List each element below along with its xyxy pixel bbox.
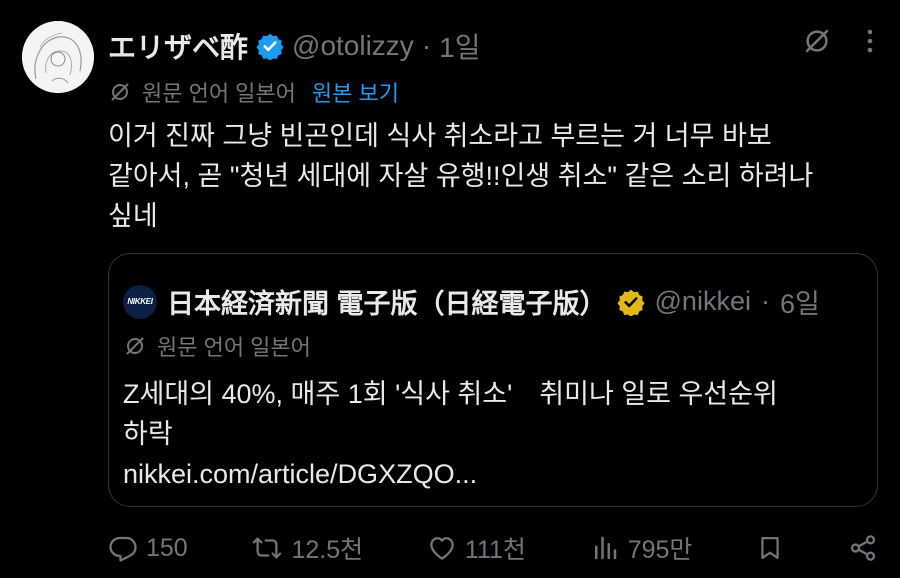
bookmark-button[interactable] [756,533,784,563]
like-icon [427,533,457,563]
action-bar: 150 12.5천 111천 795만 [108,528,878,568]
separator: · [421,30,432,61]
translation-note: 원문 언어 일본어 [142,81,296,106]
quote-avatar: NIKKEI [123,284,157,319]
verified-badge-icon [256,32,284,60]
reply-count: 150 [146,533,188,562]
timestamp[interactable]: 1일 [439,26,480,66]
quoted-tweet-card[interactable]: NIKKEI 日本経済新聞 電子版（日経電子版） @nikkei · 6일 원문… [108,253,878,507]
quote-display-name: 日本経済新聞 電子版（日経電子版） [167,289,607,319]
translate-off-icon [123,334,147,358]
translate-off-icon [108,80,132,104]
like-button[interactable]: 111천 [427,530,526,566]
views-button[interactable]: 795만 [590,530,693,566]
repost-count: 12.5천 [291,536,364,564]
quote-translation-note: 원문 언어 일본어 [157,335,311,360]
translation-info: 원문 언어 일본어 원본 보기 [108,76,399,108]
tweet-text: 이거 진짜 그냥 빈곤인데 식사 취소라고 부르는 거 너무 바보 같아서, 곧… [108,121,814,231]
quote-text: Z세대의 40%, 매주 1회 '식사 취소' 취미나 일로 우선순위 하락 n… [123,379,778,489]
reply-icon [108,533,138,563]
translate-off-icon[interactable] [802,26,832,56]
verified-gold-badge-icon [616,288,645,316]
show-original-link[interactable]: 원본 보기 [312,76,399,108]
avatar[interactable] [22,21,94,93]
quote-separator: · [760,286,770,316]
quote-header: NIKKEI 日本経済新聞 電子版（日経電子版） @nikkei · 6일 [123,282,820,321]
quote-translation-info: 원문 언어 일본어 [123,330,311,362]
share-button[interactable] [848,533,878,563]
quote-handle: @nikkei [654,286,751,316]
handle[interactable]: @otolizzy [292,30,414,62]
views-count: 795만 [627,536,693,564]
reply-button[interactable]: 150 [108,533,188,563]
repost-button[interactable]: 12.5천 [251,530,363,566]
display-name[interactable]: エリザベ酢 [108,26,248,66]
views-icon [590,533,620,563]
share-icon [848,533,878,563]
more-icon[interactable] [866,28,874,54]
tweet-header: エリザベ酢 @otolizzy · 1일 [108,28,480,64]
bookmark-icon [756,533,784,563]
like-count: 111천 [464,536,526,564]
quote-timestamp: 6일 [779,289,820,319]
repost-icon [251,533,283,563]
